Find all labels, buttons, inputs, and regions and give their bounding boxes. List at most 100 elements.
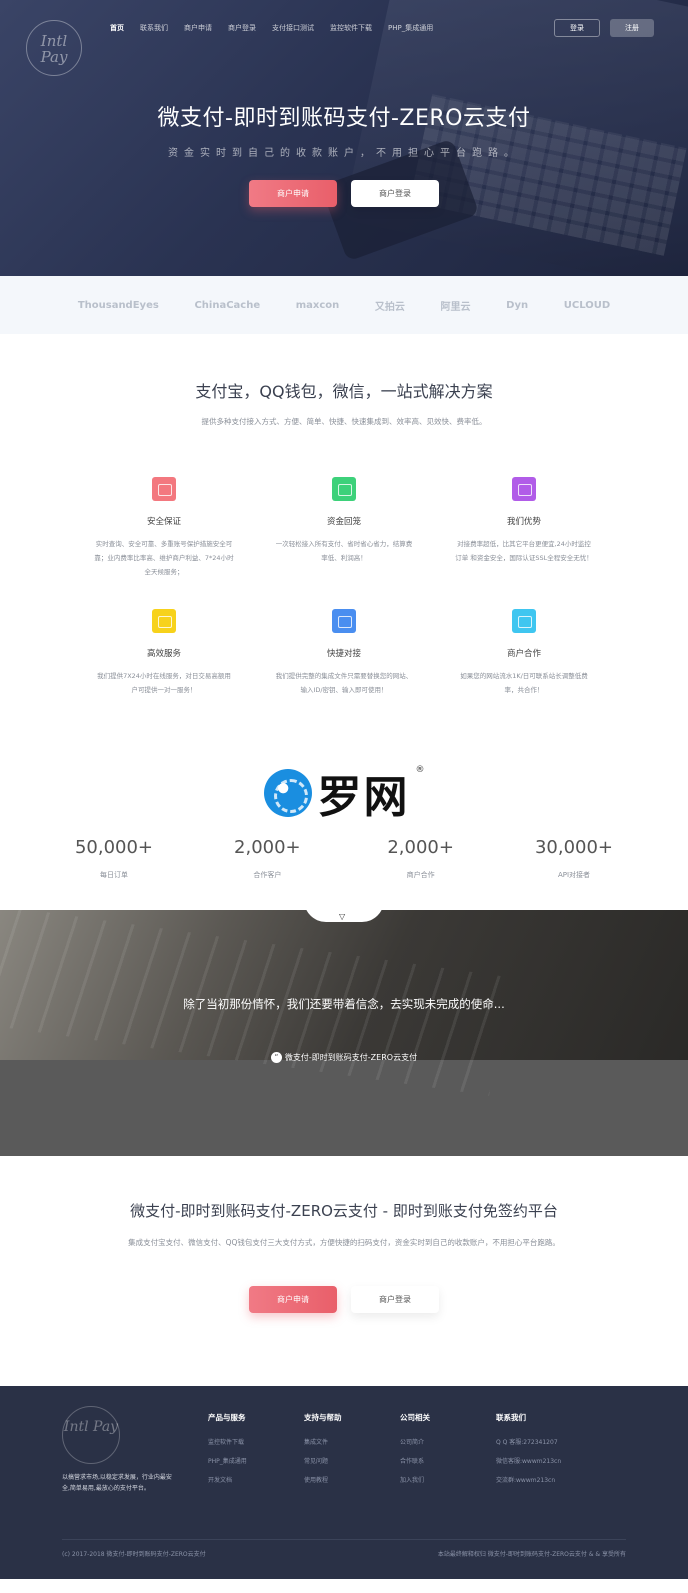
stat-label: 合作客户 bbox=[253, 871, 282, 879]
partner-logo-maxcon: maxcon bbox=[295, 299, 340, 311]
footer-link[interactable]: PHP_集成通用 bbox=[208, 1456, 247, 1465]
footer-col-contact: 联系我们 Q Q 客服:272341207 微信客服:wwwm213cn 交流群… bbox=[496, 1412, 561, 1494]
footer-link[interactable]: 集成文件 bbox=[304, 1437, 342, 1446]
solution-section: 支付宝，QQ钱包，微信，一站式解决方案 提供多种支付接入方式、方便、简单、快捷、… bbox=[0, 334, 688, 880]
partner-logo-upyun: 又拍云 bbox=[374, 301, 405, 313]
stat-item: 2,000+ 合作客户 bbox=[207, 837, 327, 880]
feature-text: 实时查询、安全可靠、多重账号保护措施安全可靠；业内费率比率高、维护商户利益、7*… bbox=[94, 540, 234, 576]
platform-description: 集成支付宝支付、微信支付、QQ钱包支付三大支付方式，方便快捷的扫码支付，资金实时… bbox=[128, 1238, 560, 1247]
nav-merchant-login[interactable]: 商户登录 bbox=[228, 23, 256, 33]
stat-label: API对接者 bbox=[557, 871, 591, 879]
stat-item: 30,000+ API对接者 bbox=[514, 837, 634, 880]
nav-contact[interactable]: 联系我们 bbox=[140, 23, 168, 33]
footer-col-company: 公司相关 公司简介 合作联系 加入我们 bbox=[400, 1412, 430, 1494]
nav-php-sdk[interactable]: PHP_集成通用 bbox=[388, 23, 433, 33]
merchant-apply-button[interactable]: 商户申请 bbox=[249, 180, 337, 207]
feature-card: 安全保证 实时查询、安全可靠、多重账号保护措施安全可靠；业内费率比率高、维护商户… bbox=[74, 477, 254, 579]
footer-logo[interactable]: Intl Pay bbox=[62, 1406, 120, 1464]
feature-text: 如果您的网站流水1K/日可联系站长调整低费率，共合作！ bbox=[460, 672, 588, 694]
feature-title: 资金回笼 bbox=[326, 517, 361, 527]
footer-link[interactable]: 加入我们 bbox=[400, 1475, 430, 1484]
watermark-globe-icon bbox=[263, 769, 312, 817]
footer-contact-item: 交流群:wwwm213cn bbox=[496, 1477, 556, 1484]
feature-card: 资金回笼 一次轻松接入所有支付、省时省心省力，结算费率低、利润高！ bbox=[254, 477, 434, 579]
feature-title: 安全保证 bbox=[146, 517, 181, 527]
platform-title: 微支付-即时到账码支付-ZERO云支付 - 即时到账支付免签约平台 bbox=[130, 1202, 558, 1220]
footer-link[interactable]: 使用教程 bbox=[304, 1475, 342, 1484]
stat-label: 每日订单 bbox=[100, 871, 128, 879]
partner-logos: ThousandEyes ChinaCache maxcon 又拍云 阿里云 D… bbox=[0, 276, 688, 334]
merchant-apply-button[interactable]: 商户申请 bbox=[249, 1286, 337, 1313]
solution-title: 支付宝，QQ钱包，微信，一站式解决方案 bbox=[195, 382, 493, 401]
feature-card: 我们优势 对接费率超低，比其它平台更便宜,24小时监控订单 和资金安全，国际认证… bbox=[434, 477, 614, 579]
platform-cta: 商户申请 商户登录 bbox=[0, 1286, 688, 1313]
quote-author: “微支付-即时到账码支付-ZERO云支付 bbox=[0, 1052, 688, 1063]
login-button[interactable]: 登录 bbox=[554, 19, 600, 37]
feature-card: 高效服务 我们提供7X24小时在线服务，对日交易高额用户可提供一对一服务！ bbox=[74, 609, 254, 697]
footer-link[interactable]: 合作联系 bbox=[400, 1456, 430, 1465]
feature-text: 一次轻松接入所有支付、省时省心省力，结算费率低、利润高！ bbox=[275, 540, 413, 562]
auth-buttons: 登录 注册 bbox=[554, 19, 654, 37]
nav-api-test[interactable]: 支付接口测试 bbox=[272, 23, 314, 33]
footer-rights: 本站最终解释权归 微支付-即时到账码支付-ZERO云支付 & & 享受所有 bbox=[437, 1551, 626, 1558]
nav-monitor-download[interactable]: 监控软件下载 bbox=[330, 23, 372, 33]
watermark-name: 罗网 bbox=[317, 772, 410, 823]
footer-contact-item: 微信客服:wwwm213cn bbox=[496, 1458, 562, 1465]
chevron-down-icon[interactable]: ▽ bbox=[339, 912, 345, 921]
platform-section: 微支付-即时到账码支付-ZERO云支付 - 即时到账支付免签约平台 集成支付宝支… bbox=[0, 1156, 688, 1386]
footer-tagline: 以搞营求市场,以稳定求发展，行业内最安全,简单易用,最放心的支付平台。 bbox=[62, 1474, 172, 1492]
stat-number: 30,000+ bbox=[534, 837, 614, 858]
stat-number: 2,000+ bbox=[387, 837, 454, 858]
feature-title: 商户合作 bbox=[506, 649, 541, 659]
stat-number: 2,000+ bbox=[234, 837, 301, 858]
hero-banner: Intl Pay 首页 联系我们 商户申请 商户登录 支付接口测试 监控软件下载… bbox=[0, 0, 688, 276]
partner-logo-aliyun: 阿里云 bbox=[440, 301, 471, 313]
hero-title: 微支付-即时到账码支付-ZERO云支付 bbox=[157, 106, 531, 131]
site-logo[interactable]: Intl Pay bbox=[26, 20, 82, 76]
nav-home[interactable]: 首页 bbox=[110, 23, 124, 33]
registered-mark: ® bbox=[415, 765, 425, 775]
footer-link[interactable]: 监控软件下载 bbox=[208, 1437, 247, 1446]
feature-card: 商户合作 如果您的网站流水1K/日可联系站长调整低费率，共合作！ bbox=[434, 609, 614, 697]
site-footer: Intl Pay 以搞营求市场,以稳定求发展，行业内最安全,简单易用,最放心的支… bbox=[0, 1386, 688, 1579]
stat-item: 50,000+ 每日订单 bbox=[54, 837, 174, 880]
solution-description: 提供多种支付接入方式、方便、简单、快捷、快速集成到、效率高、见效快、费率低。 bbox=[201, 417, 487, 426]
partner-logo-ucloud: UCLOUD bbox=[563, 299, 611, 311]
chart-icon bbox=[152, 609, 176, 633]
partner-logo-dyn: Dyn bbox=[506, 299, 529, 311]
star-icon bbox=[512, 477, 536, 501]
quote-text: 除了当初那份情怀，我们还要带着信念，去实现未完成的使命... bbox=[183, 997, 505, 1011]
footer-col-title: 支持与帮助 bbox=[304, 1413, 342, 1422]
footer-col-title: 产品与服务 bbox=[208, 1413, 246, 1422]
footer-link[interactable]: 公司简介 bbox=[400, 1437, 430, 1446]
merchant-login-button[interactable]: 商户登录 bbox=[351, 180, 439, 207]
stat-label: 商户合作 bbox=[406, 871, 435, 879]
stat-item: 2,000+ 商户合作 bbox=[361, 837, 481, 880]
footer-col-title: 联系我们 bbox=[496, 1413, 526, 1422]
quote-icon: “ bbox=[270, 1052, 282, 1063]
footer-link[interactable]: 开发文档 bbox=[208, 1475, 247, 1484]
stats-row: 50,000+ 每日订单 2,000+ 合作客户 2,000+ 商户合作 30,… bbox=[54, 837, 634, 880]
partner-logo-chinacache: ChinaCache bbox=[194, 299, 261, 311]
feature-title: 高效服务 bbox=[146, 649, 181, 659]
hero-subtitle: 资金实时到自己的收款账户，不用担心平台跑路。 bbox=[168, 148, 520, 159]
feature-text: 我们提供完整的集成文件只需要替换您的网站、输入ID/密钥、输入即可使用！ bbox=[275, 672, 413, 694]
quote-author-name: 微支付-即时到账码支付-ZERO云支付 bbox=[284, 1053, 418, 1062]
main-nav: 首页 联系我们 商户申请 商户登录 支付接口测试 监控软件下载 PHP_集成通用 bbox=[110, 23, 449, 33]
quote-banner: ▽ 除了当初那份情怀，我们还要带着信念，去实现未完成的使命... “微支付-即时… bbox=[0, 910, 688, 1156]
footer-contact-item: Q Q 客服:272341207 bbox=[496, 1439, 558, 1446]
register-button[interactable]: 注册 bbox=[610, 19, 654, 37]
feature-title: 快捷对接 bbox=[326, 649, 361, 659]
footer-copyright: (c) 2017-2018 微支付-即时到账码支付-ZERO云支付 bbox=[62, 1551, 206, 1558]
watermark-logo: 罗网 ® bbox=[0, 761, 688, 825]
footer-link[interactable]: 常见问题 bbox=[304, 1456, 342, 1465]
feature-text: 对接费率超低，比其它平台更便宜,24小时监控订单 和资金安全，国际认证SSL全程… bbox=[455, 540, 593, 562]
partner-logo-thousandeyes: ThousandEyes bbox=[77, 299, 159, 311]
feature-text: 我们提供7X24小时在线服务，对日交易高额用户可提供一对一服务！ bbox=[97, 672, 231, 694]
feature-card: 快捷对接 我们提供完整的集成文件只需要替换您的网站、输入ID/密钥、输入即可使用… bbox=[254, 609, 434, 697]
merchant-login-button[interactable]: 商户登录 bbox=[351, 1286, 439, 1313]
feature-title: 我们优势 bbox=[506, 517, 541, 527]
code-icon bbox=[332, 477, 356, 501]
stat-number: 50,000+ bbox=[74, 837, 154, 858]
nav-merchant-apply[interactable]: 商户申请 bbox=[184, 23, 212, 33]
